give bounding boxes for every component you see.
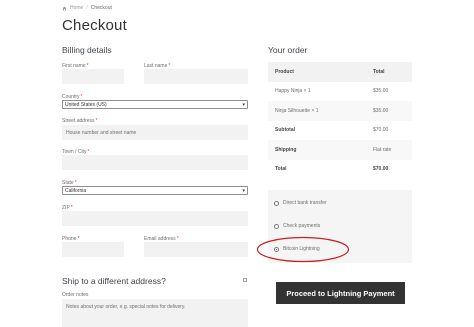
billing-details-title: Billing details bbox=[62, 45, 112, 55]
item-product: Ninja Silhouette × 1 bbox=[275, 107, 319, 114]
page-title: Checkout bbox=[62, 17, 127, 34]
order-table-header: Product Total bbox=[268, 62, 412, 82]
payment-option-bank-transfer[interactable]: Direct bank transfer bbox=[274, 200, 327, 206]
required-mark: * bbox=[95, 118, 98, 124]
payment-option-label: Direct bank transfer bbox=[283, 200, 327, 206]
item-total: $35.00 bbox=[373, 107, 389, 114]
ship-different-address-checkbox[interactable] bbox=[243, 278, 247, 282]
email-field[interactable] bbox=[144, 242, 248, 257]
order-notes-label: Order notes bbox=[62, 292, 89, 298]
street-address-placeholder: House number and street name bbox=[66, 129, 137, 136]
table-row: Happy Ninja × 1 $35.00 bbox=[268, 82, 412, 102]
order-notes-field[interactable]: Notes about your order, e.g. special not… bbox=[62, 299, 248, 327]
item-product: Happy Ninja × 1 bbox=[275, 88, 311, 95]
chevron-down-icon: ▾ bbox=[242, 101, 245, 108]
radio-button[interactable] bbox=[274, 223, 279, 229]
breadcrumb-separator: / bbox=[86, 5, 88, 11]
breadcrumb-current: Checkout bbox=[90, 5, 112, 11]
order-notes-placeholder: Notes about your order, e.g. special not… bbox=[66, 304, 186, 310]
col-total-header: Total bbox=[373, 68, 385, 75]
payment-option-check[interactable]: Check payments bbox=[274, 223, 320, 229]
country-select[interactable]: United States (US) ▾ bbox=[62, 100, 248, 109]
city-field[interactable] bbox=[62, 155, 248, 170]
street-address-field[interactable]: House number and street name bbox=[62, 125, 248, 140]
order-table: Product Total Happy Ninja × 1 $35.00 Nin… bbox=[268, 62, 412, 179]
highlight-ellipse bbox=[256, 236, 350, 263]
your-order-title: Your order bbox=[268, 45, 308, 55]
col-product-header: Product bbox=[275, 68, 294, 75]
street-address-label-text: Street address bbox=[62, 118, 95, 124]
breadcrumb-home-link[interactable]: Home bbox=[70, 5, 83, 11]
total-value: $70.00 bbox=[373, 166, 389, 173]
table-row: Ninja Silhouette × 1 $35.00 bbox=[268, 101, 412, 121]
zip-field[interactable] bbox=[62, 211, 248, 226]
subtotal-row: Subtotal $70.00 bbox=[268, 121, 412, 141]
chevron-down-icon: ▾ bbox=[242, 187, 245, 194]
last-name-field[interactable] bbox=[144, 69, 248, 84]
street-address-label: Street address* bbox=[62, 118, 97, 124]
ship-different-address-title: Ship to a different address? bbox=[62, 276, 166, 286]
shipping-value: Flat rate bbox=[373, 146, 392, 153]
home-icon[interactable] bbox=[62, 6, 67, 11]
subtotal-value: $70.00 bbox=[373, 127, 389, 134]
shipping-row: Shipping Flat rate bbox=[268, 140, 412, 160]
first-name-field[interactable] bbox=[62, 69, 124, 84]
phone-field[interactable] bbox=[62, 242, 124, 257]
payment-option-label: Check payments bbox=[283, 223, 321, 229]
breadcrumb: Home / Checkout bbox=[62, 5, 112, 11]
state-select-value: California bbox=[65, 187, 87, 194]
shipping-label: Shipping bbox=[275, 146, 297, 153]
total-row: Total $70.00 bbox=[268, 160, 412, 180]
proceed-to-lightning-payment-button[interactable]: Proceed to Lightning Payment bbox=[276, 282, 405, 304]
state-select[interactable]: California ▾ bbox=[62, 186, 248, 195]
subtotal-label: Subtotal bbox=[275, 127, 295, 134]
radio-button[interactable] bbox=[274, 200, 279, 206]
country-select-value: United States (US) bbox=[65, 101, 107, 108]
item-total: $35.00 bbox=[373, 88, 389, 95]
total-label: Total bbox=[275, 166, 287, 173]
